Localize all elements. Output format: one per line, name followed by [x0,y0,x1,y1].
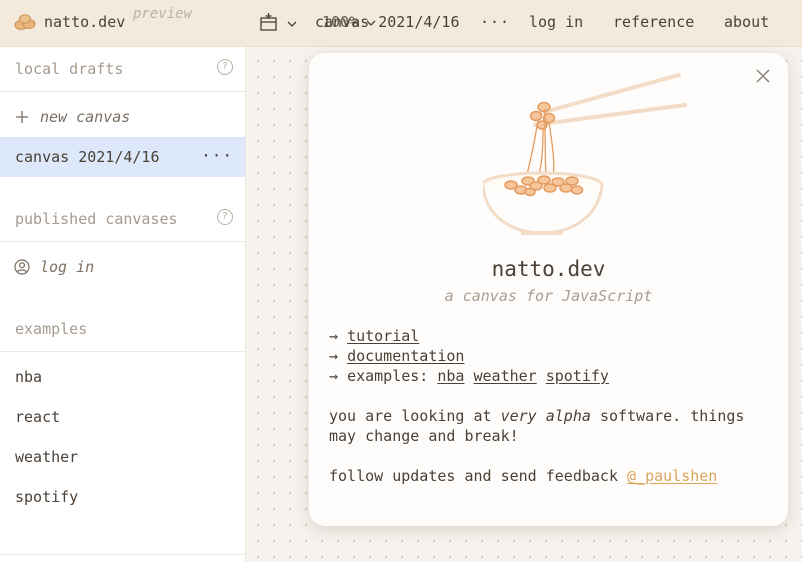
chevron-down-icon [287,21,297,27]
about-link[interactable]: about [724,13,769,31]
tutorial-link[interactable]: tutorial [347,327,419,345]
sidebar: local drafts ? new canvas canvas 2021/4/… [0,47,246,562]
twitter-handle-link[interactable]: @_paulshen [627,467,717,485]
canvas-title[interactable]: canvas 2021/4/16 [315,13,460,31]
help-icon[interactable]: ? [217,59,233,75]
example-label: spotify [15,488,79,506]
sidebar-item-react[interactable]: react [0,397,245,437]
help-icon[interactable]: ? [217,209,233,225]
sidebar-item-spotify[interactable]: spotify [0,477,245,517]
sidebar-item-weather[interactable]: weather [0,437,245,477]
alpha-notice-start: you are looking at [329,407,492,425]
examples-line: → examples: nba weather spotify [329,366,609,386]
reference-link[interactable]: reference [613,13,694,31]
local-drafts-header: local drafts ? [0,47,245,92]
published-canvases-header: published canvases ? [0,197,245,242]
feedback-line: follow updates and send feedback @_pauls… [329,466,769,486]
examples-label: examples [15,320,88,338]
example-label: nba [15,368,43,386]
local-drafts-label: local drafts [15,60,124,78]
alpha-notice: you are looking at very alpha software. … [329,406,769,446]
quick-links: → tutorial → documentation → examples: n… [329,326,609,386]
example-link-spotify[interactable]: spotify [546,367,609,385]
natto-logo-icon [14,14,36,30]
examples-header: examples [0,307,245,352]
canvas-more-button[interactable]: ··· [480,13,510,31]
arrow: → [329,347,339,365]
brand[interactable]: natto.dev preview [14,6,192,34]
brand-name: natto.dev [44,13,126,31]
dialog-title: natto.dev [491,257,606,281]
welcome-dialog: natto.dev a canvas for JavaScript → tuto… [309,53,788,526]
user-icon [14,259,30,275]
example-link-weather[interactable]: weather [474,367,537,385]
canvas-item-more-button[interactable]: ··· [201,146,233,165]
sidebar-login-button[interactable]: log in [0,247,245,287]
login-label: log in [40,258,95,276]
close-icon[interactable] [754,67,772,85]
documentation-link[interactable]: documentation [347,347,464,365]
example-label: weather [15,448,79,466]
documentation-line: → documentation [329,346,609,366]
arrow: → [329,367,339,385]
new-canvas-label: new canvas [40,108,131,126]
published-canvases-label: published canvases [15,210,178,228]
feedback-text: follow updates and send feedback [329,467,618,485]
preview-tag: preview [133,6,193,22]
top-bar: natto.dev preview 100% canvas 2021/4/16 … [0,0,802,47]
canvas-item-label: canvas 2021/4/16 [15,148,160,166]
dialog-subtitle: a canvas for JavaScript [444,287,653,305]
add-canvas-icon [260,13,277,31]
examples-prefix: examples: [347,367,429,385]
sidebar-item-canvas-2021-4-16[interactable]: canvas 2021/4/16 ··· [0,137,245,177]
plus-icon [16,111,28,123]
example-link-nba[interactable]: nba [437,367,464,385]
tutorial-line: → tutorial [329,326,609,346]
sidebar-divider [0,554,245,555]
new-canvas-button[interactable]: new canvas [0,97,245,137]
alpha-emphasis: very alpha [500,407,591,425]
sidebar-item-nba[interactable]: nba [0,357,245,397]
login-link[interactable]: log in [529,13,583,31]
natto-bowl-illustration [483,73,687,235]
arrow: → [329,327,339,345]
example-label: react [15,408,61,426]
new-canvas-menu-button[interactable] [258,12,300,34]
